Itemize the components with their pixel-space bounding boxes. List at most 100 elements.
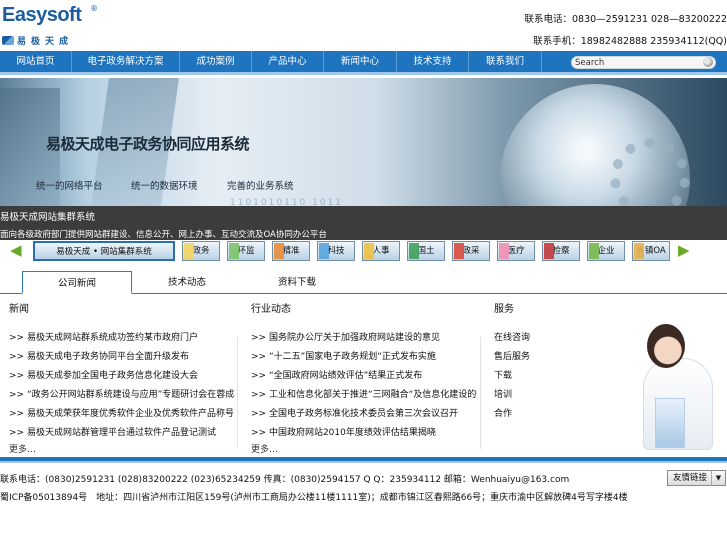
carousel-next-icon[interactable]: ▶ bbox=[678, 242, 690, 258]
carousel-item-label: 人事 bbox=[372, 246, 390, 256]
logo-cn-text: 易极天成 bbox=[17, 37, 74, 47]
notice-bar: 易极天成网站集群系统 面向各级政府部门提供网站群建设、信息公开、网上办事、互动交… bbox=[0, 206, 727, 240]
carousel-item-label: 政采 bbox=[462, 246, 480, 256]
notice-title: 易极天成网站集群系统 bbox=[0, 212, 96, 223]
banner-subtitle: 完善的业务系统 bbox=[227, 181, 294, 192]
news-item[interactable]: >> 易极天成电子政务协同平台全面升级发布 bbox=[9, 348, 235, 367]
product-carousel: ◀ 易极天成 • 网站集群系统 政务 环监 精准 科技 人事 国土 政采 医疗 … bbox=[0, 240, 727, 264]
banner-subtitle: 统一的网络平台 bbox=[36, 181, 103, 192]
logo-cn-row: 易极天成 bbox=[2, 34, 73, 47]
notice-text: 面向各级政府部门提供网站群建设、信息公开、网上办事、互动交流及OA协同办公平台 bbox=[0, 230, 327, 240]
banner-title: 易极天成电子政务协同应用系统 bbox=[46, 135, 250, 153]
main-nav: 网站首页 电子政务解决方案 成功案例 产品中心 新闻中心 技术支持 联系我们 bbox=[0, 51, 727, 75]
customer-service-image bbox=[625, 318, 723, 450]
logo[interactable]: Easysoft ® 易极天成 bbox=[2, 4, 98, 47]
news-item[interactable]: >> 易极天成网站群系统成功签约某市政府门户 bbox=[9, 329, 235, 348]
carousel-item[interactable]: 国土 bbox=[407, 241, 445, 261]
service-column: 服务 在线咨询 售后服务 下载 培训 合作 bbox=[494, 300, 614, 424]
carousel-item-label: 医疗 bbox=[507, 246, 525, 256]
footer-divider bbox=[0, 461, 727, 463]
industry-item[interactable]: >> 中国政府网站2010年度绩效评估结果揭晓 bbox=[251, 424, 477, 443]
banner-subtitle: 统一的数据环境 bbox=[131, 181, 198, 192]
industry-item[interactable]: >> “全国政府网站绩效评估”结果正式发布 bbox=[251, 367, 477, 386]
logo-icon bbox=[2, 36, 14, 45]
nav-item-products[interactable]: 产品中心 bbox=[252, 51, 324, 72]
industry-item[interactable]: >> “十二五”国家电子政务规划“正式发布实施 bbox=[251, 348, 477, 367]
carousel-item-label: 政务 bbox=[192, 246, 210, 256]
site-header: Easysoft ® 易极天成 联系电话：0830—2591231 028—83… bbox=[0, 0, 727, 51]
industry-item[interactable]: >> 工业和信息化部关于推进“三网融合“及信息化建设的通知”相关 bbox=[251, 386, 477, 405]
chevron-down-icon[interactable]: ▼ bbox=[711, 470, 726, 486]
contact-info: 联系电话：0830—2591231 028—83200222 联系手机：1898… bbox=[525, 9, 727, 53]
tab-tech-news[interactable]: 技术动态 bbox=[132, 271, 242, 294]
news-item[interactable]: >> 易极天成荣获年度优秀软件企业及优秀软件产品称号 bbox=[9, 405, 235, 424]
news-list: >> 易极天成网站群系统成功签约某市政府门户 >> 易极天成电子政务协同平台全面… bbox=[9, 329, 235, 443]
contact-mobile: 联系手机：18982482888 235934112(QQ) bbox=[533, 36, 727, 47]
news-more-link[interactable]: 更多… bbox=[9, 443, 235, 457]
news-column: 新闻 >> 易极天成网站群系统成功签约某市政府门户 >> 易极天成电子政务协同平… bbox=[9, 300, 235, 457]
carousel-item[interactable]: 科技 bbox=[317, 241, 355, 261]
carousel-item-image bbox=[634, 243, 644, 259]
nav-item-home[interactable]: 网站首页 bbox=[0, 51, 72, 72]
carousel-item-label: 国土 bbox=[417, 246, 435, 256]
nav-items: 网站首页 电子政务解决方案 成功案例 产品中心 新闻中心 技术支持 联系我们 bbox=[0, 51, 542, 72]
carousel-item[interactable]: 人事 bbox=[362, 241, 400, 261]
nav-item-contact[interactable]: 联系我们 bbox=[469, 51, 542, 72]
tab-company-news[interactable]: 公司新闻 bbox=[22, 271, 132, 294]
industry-more-link[interactable]: 更多… bbox=[251, 443, 477, 457]
service-list: 在线咨询 售后服务 下载 培训 合作 bbox=[494, 329, 614, 424]
carousel-item-image bbox=[499, 243, 509, 259]
industry-item[interactable]: >> 全国电子政务标准化技术委员会第三次会议召开 bbox=[251, 405, 477, 424]
service-item[interactable]: 在线咨询 bbox=[494, 329, 614, 348]
service-item[interactable]: 培训 bbox=[494, 386, 614, 405]
content-tabs: 公司新闻 技术动态 资料下载 bbox=[0, 271, 727, 294]
contact-phone: 联系电话：0830—2591231 028—83200222 bbox=[524, 14, 727, 25]
carousel-item-image bbox=[454, 243, 464, 259]
column-divider bbox=[480, 337, 481, 449]
search-input[interactable] bbox=[571, 56, 716, 69]
news-item[interactable]: >> “政务公开网站群系统建设与应用”专题研讨会在蓉成功举行 bbox=[9, 386, 235, 405]
carousel-item-image bbox=[409, 243, 419, 259]
footer-contact: 联系电话：(0830)2591231 (028)83200222 (023)65… bbox=[0, 475, 570, 485]
industry-item[interactable]: >> 国务院办公厅关于加强政府网站建设的意见 bbox=[251, 329, 477, 348]
carousel-item[interactable]: 政务 bbox=[182, 241, 220, 261]
news-item[interactable]: >> 易极天成网站群管理平台通过软件产品登记测试 bbox=[9, 424, 235, 443]
nav-item-solutions[interactable]: 电子政务解决方案 bbox=[72, 51, 180, 72]
service-item[interactable]: 售后服务 bbox=[494, 348, 614, 367]
carousel-prev-icon[interactable]: ◀ bbox=[10, 242, 22, 258]
binary-decoration: 1101010110 1011 bbox=[230, 198, 344, 206]
carousel-item-image bbox=[589, 243, 599, 259]
monitor-graphic bbox=[655, 398, 685, 448]
service-item[interactable]: 合作 bbox=[494, 405, 614, 424]
carousel-item[interactable]: 乡镇OA bbox=[632, 241, 670, 261]
carousel-item[interactable]: 环监 bbox=[227, 241, 265, 261]
carousel-item-image bbox=[184, 243, 194, 259]
carousel-item-image bbox=[229, 243, 239, 259]
nav-item-news[interactable]: 新闻中心 bbox=[324, 51, 397, 72]
agent-head-graphic bbox=[647, 324, 685, 368]
industry-heading: 行业动态 bbox=[251, 304, 291, 315]
carousel-item-label: 环监 bbox=[237, 246, 255, 256]
carousel-item-label: 企业 bbox=[597, 246, 615, 256]
carousel-item[interactable]: 检察 bbox=[542, 241, 580, 261]
carousel-item[interactable]: 易极天成 • 网站集群系统 bbox=[33, 241, 175, 261]
industry-column: 行业动态 >> 国务院办公厅关于加强政府网站建设的意见 >> “十二五”国家电子… bbox=[251, 300, 477, 457]
carousel-item-image bbox=[274, 243, 284, 259]
nav-item-cases[interactable]: 成功案例 bbox=[180, 51, 252, 72]
carousel-item-image bbox=[319, 243, 329, 259]
carousel-item-label: 精准 bbox=[282, 246, 300, 256]
registered-mark: ® bbox=[90, 4, 98, 13]
search-icon[interactable] bbox=[703, 57, 713, 67]
carousel-item[interactable]: 精准 bbox=[272, 241, 310, 261]
nav-item-support[interactable]: 技术支持 bbox=[397, 51, 469, 72]
logo-text: Easysoft bbox=[2, 4, 82, 26]
news-item[interactable]: >> 易极天成参加全国电子政务信息化建设大会 bbox=[9, 367, 235, 386]
service-item[interactable]: 下载 bbox=[494, 367, 614, 386]
footer-address: 蜀ICP备05013894号 地址：四川省泸州市江阳区159号(泸州市工商局办公… bbox=[0, 493, 628, 503]
carousel-item[interactable]: 政采 bbox=[452, 241, 490, 261]
column-divider bbox=[237, 337, 238, 449]
carousel-item-label: 检察 bbox=[552, 246, 570, 256]
carousel-item[interactable]: 医疗 bbox=[497, 241, 535, 261]
carousel-item[interactable]: 企业 bbox=[587, 241, 625, 261]
tab-downloads[interactable]: 资料下载 bbox=[242, 271, 352, 294]
